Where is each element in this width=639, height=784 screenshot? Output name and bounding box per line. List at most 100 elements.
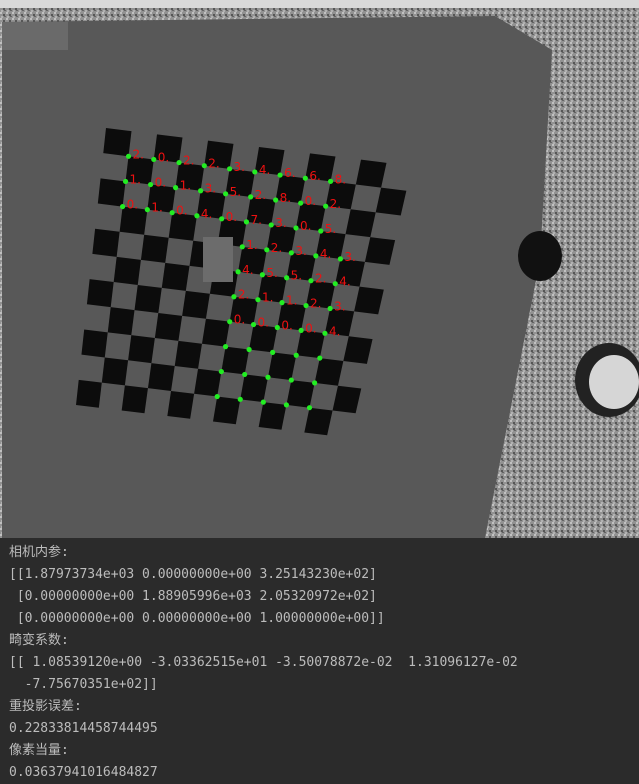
corner-dot — [273, 197, 279, 203]
distortion-coeffs-line-1: [[ 1.08539120e+00 -3.03362515e+01 -3.500… — [9, 655, 518, 670]
corner-label: 0. — [234, 313, 245, 327]
corner-label: 1. — [262, 291, 273, 305]
corner-dot — [169, 210, 175, 216]
corner-dot — [283, 402, 290, 408]
corner-dot — [306, 405, 313, 411]
corner-dot — [176, 159, 182, 166]
board-square — [81, 329, 108, 358]
corner-dot — [226, 166, 233, 172]
corner-label: 8. — [280, 191, 291, 205]
occluded-patch — [203, 237, 233, 282]
corner-label: 1. — [246, 238, 257, 252]
corner-dot — [151, 156, 157, 163]
corner-dot — [268, 222, 274, 228]
corner-dot — [255, 297, 261, 303]
corner-label: 4. — [201, 207, 212, 221]
corner-label: 2. — [133, 147, 144, 161]
corner-dot — [293, 352, 299, 358]
corner-dot — [218, 368, 224, 375]
board-square — [161, 262, 190, 291]
corner-label: 0. — [155, 176, 166, 190]
corner-dot — [198, 188, 204, 194]
corner-label: 0. — [305, 194, 316, 208]
corner-dot — [288, 250, 294, 256]
corner-label: 0. — [305, 321, 316, 335]
board-square — [76, 379, 102, 408]
board-square — [140, 234, 169, 263]
corner-label: 3. — [344, 250, 355, 264]
board-square — [182, 290, 210, 319]
corner-label: 2. — [315, 272, 326, 286]
corner-label: 5. — [266, 266, 277, 280]
corner-dot — [298, 327, 304, 333]
corner-dot — [237, 396, 243, 402]
corner-label: 2. — [310, 297, 321, 311]
corner-label: 4. — [339, 275, 350, 289]
board-square — [92, 228, 120, 257]
reprojection-label: 重投影误差: — [9, 699, 82, 714]
corner-dot — [194, 213, 200, 219]
corner-label: 2. — [271, 241, 282, 255]
corner-dot — [119, 203, 126, 210]
corner-dot — [274, 324, 280, 331]
corner-dot — [147, 181, 154, 188]
corner-dot — [214, 393, 220, 400]
corner-dot — [222, 344, 229, 350]
corner-dot — [259, 272, 265, 278]
corner-label: 0. — [158, 150, 169, 164]
corner-dot — [239, 244, 245, 250]
corner-dot — [284, 275, 290, 281]
corner-label: 4. — [329, 324, 340, 338]
camera-matrix-row-2: [0.00000000e+00 1.88905996e+03 2.0532097… — [9, 589, 377, 604]
board-square — [345, 209, 376, 238]
board-square — [213, 396, 241, 425]
corner-dot — [303, 302, 309, 309]
board-square — [101, 357, 129, 386]
intrinsics-label: 相机内参: — [9, 545, 69, 560]
camera-matrix-row-3: [0.00000000e+00 0.00000000e+00 1.0000000… — [9, 611, 385, 626]
corner-label: 0. — [226, 210, 237, 224]
corner-dot — [235, 269, 241, 275]
corner-dot — [270, 349, 276, 355]
corner-label: 4. — [320, 247, 331, 261]
board-square — [121, 385, 148, 414]
console-output: 相机内参: [[1.87973734e+03 0.00000000e+00 3.2… — [0, 538, 639, 780]
corner-dot — [122, 178, 129, 185]
corner-dot — [264, 247, 270, 253]
corner-dot — [308, 278, 314, 284]
board-square — [174, 340, 202, 369]
board-square — [113, 256, 141, 285]
corner-label: 4. — [259, 163, 270, 177]
corner-dot — [260, 399, 266, 405]
corner-dot — [252, 169, 258, 175]
corner-dot — [201, 163, 207, 169]
corner-dot — [172, 185, 179, 191]
pixel-equivalent-label: 像素当量: — [9, 743, 69, 758]
corner-dot — [293, 225, 299, 231]
corner-label: 3. — [295, 244, 306, 258]
corner-dot — [265, 374, 271, 380]
corner-label: 3. — [275, 216, 286, 230]
corner-dot — [298, 200, 304, 206]
corner-dot — [337, 256, 343, 262]
corner-label: 5. — [230, 185, 241, 199]
board-square — [355, 159, 387, 188]
corner-dot — [227, 319, 233, 325]
corner-label: 6. — [309, 169, 320, 183]
corner-dot — [219, 216, 225, 222]
board-square — [134, 284, 162, 313]
corner-dot — [313, 253, 319, 259]
board-square — [107, 307, 135, 336]
corner-dot — [302, 175, 308, 181]
corner-label: 7. — [250, 213, 261, 227]
corner-label: 2. — [183, 154, 194, 168]
corner-label: 0. — [300, 219, 311, 233]
corner-label: 5. — [291, 269, 302, 283]
board-square — [86, 279, 114, 308]
corner-label: 8. — [335, 172, 346, 186]
reprojection-error-value: 0.22833814458744495 — [9, 721, 158, 736]
corner-label: 0. — [127, 198, 138, 212]
corner-dot — [125, 153, 132, 159]
pixel-equivalent-value: 0.03637941016484827 — [9, 765, 158, 780]
corner-dot — [248, 194, 254, 200]
